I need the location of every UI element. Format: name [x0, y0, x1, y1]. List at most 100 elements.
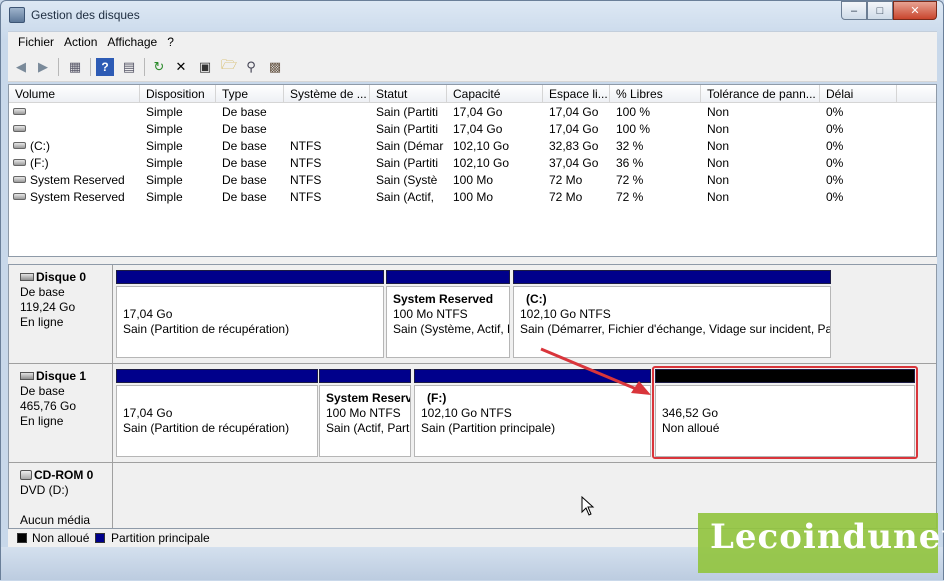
partition[interactable]: (C:) 102,10 Go NTFS Sain (Démarrer, Fich…: [513, 270, 831, 358]
console-tree-icon[interactable]: ▦: [66, 58, 84, 76]
volume-field: 17,04 Go: [549, 122, 599, 136]
volume-field: Non: [707, 190, 730, 204]
volume-field: 102,10 Go: [453, 156, 510, 170]
drive-icon: [13, 176, 26, 183]
col-disposition[interactable]: Disposition: [140, 85, 216, 103]
volume-name: System Reserved: [30, 173, 125, 187]
properties-panel-icon[interactable]: ▤: [120, 58, 138, 76]
partition-bar: [116, 369, 318, 383]
disk-name: Disque 0: [36, 270, 87, 284]
search-icon[interactable]: ⚲: [242, 58, 260, 76]
help-icon[interactable]: ?: [96, 58, 114, 76]
partition-bar: [319, 369, 411, 383]
disk-management-window: Gestion des disques – □ ✕ Fichier Action A…: [0, 0, 944, 580]
disk-row-1: Disque 1 De base 465,76 Go En ligne 17,0…: [9, 364, 936, 463]
menu-action[interactable]: Action: [59, 32, 102, 49]
minimize-button[interactable]: –: [841, 1, 867, 20]
volume-row[interactable]: Simple De base Sain (Partiti 17,04 Go 17,04 …: [9, 121, 936, 138]
volume-cell: (F:): [9, 155, 140, 172]
volume-field: Non: [707, 173, 730, 187]
cdrom-label[interactable]: CD-ROM 0 DVD (D:) Aucun média: [9, 463, 113, 528]
volume-cell: [9, 104, 140, 121]
pane-splitter[interactable]: [8, 257, 937, 264]
volume-row[interactable]: System Reserved Simple De base NTFS Sain (Ac…: [9, 189, 936, 206]
volume-row[interactable]: (C:) Simple De base NTFS Sain (Démar 102,10 G…: [9, 138, 936, 155]
volume-field: Sain (Actif,: [376, 190, 435, 204]
col-percent-free[interactable]: % Libres: [610, 85, 701, 103]
col-filesystem[interactable]: Système de ...: [284, 85, 370, 103]
partition-size: 100 Mo NTFS: [326, 406, 401, 420]
partition-bar: [513, 270, 831, 284]
volume-list: Volume Disposition Type Système de ... S…: [8, 84, 937, 257]
volume-row[interactable]: System Reserved Simple De base NTFS Sain (Sy…: [9, 172, 936, 189]
drive-icon: [13, 142, 26, 149]
refresh-icon[interactable]: ↻: [150, 58, 168, 76]
volume-field: De base: [222, 156, 267, 170]
volume-field: Sain (Partiti: [376, 156, 439, 170]
volume-field: Simple: [146, 105, 183, 119]
disk-type: De base: [20, 285, 65, 299]
menu-affichage[interactable]: Affichage: [102, 32, 162, 49]
col-overhead[interactable]: Délai: [820, 85, 897, 103]
drive-icon: [13, 125, 26, 132]
volume-field: 32,83 Go: [549, 139, 599, 153]
toolbar: ◀ ▶ ▦ ? ▤ ↻ ✕ ▣ 🗁 ⚲ ▩: [8, 53, 937, 82]
partition[interactable]: System Reserved 100 Mo NTFS Sain (Systèm…: [386, 270, 510, 358]
volume-field: De base: [222, 139, 267, 153]
disk-1-label[interactable]: Disque 1 De base 465,76 Go En ligne: [9, 364, 113, 463]
partition-name: (F:): [427, 391, 447, 405]
partition[interactable]: 17,04 Go Sain (Partition de récupération…: [116, 369, 318, 457]
watermark-text: Lecoindunet: [710, 517, 944, 557]
disk-row-0: Disque 0 De base 119,24 Go En ligne 17,0…: [9, 265, 936, 364]
cd-drive-icon: [20, 470, 32, 480]
menu-fichier[interactable]: Fichier: [13, 32, 59, 49]
col-status[interactable]: Statut: [370, 85, 447, 103]
partition-status: Sain (Système, Actif, Partition principa…: [393, 322, 509, 336]
partition-size: 102,10 Go NTFS: [520, 307, 611, 321]
volume-row[interactable]: (F:) Simple De base NTFS Sain (Partiti 102,10…: [9, 155, 936, 172]
volume-field: Simple: [146, 173, 183, 187]
volume-field: Sain (Démar: [376, 139, 444, 153]
volume-field: NTFS: [290, 139, 322, 153]
col-capacity[interactable]: Capacité: [447, 85, 543, 103]
volume-field: 36 %: [616, 156, 644, 170]
partition[interactable]: 17,04 Go Sain (Partition de récupération…: [116, 270, 384, 358]
volume-cell: System Reserved: [9, 189, 140, 206]
disk-type: DVD (D:): [20, 483, 69, 497]
volume-field: 100 %: [616, 122, 651, 136]
partition[interactable]: System Reserved 100 Mo NTFS Sain (Actif,…: [319, 369, 411, 457]
legend-unallocated-label: Non alloué: [32, 531, 90, 545]
back-arrow-icon[interactable]: ◀: [12, 58, 30, 76]
properties-icon[interactable]: ▣: [196, 58, 214, 76]
volume-field: 72 %: [616, 190, 644, 204]
volume-row[interactable]: Simple De base Sain (Partiti 17,04 Go 17,04 …: [9, 104, 936, 121]
volume-field: Sain (Systè: [376, 173, 438, 187]
menu-help[interactable]: ?: [162, 32, 179, 49]
partition-size: 102,10 Go NTFS: [421, 406, 512, 420]
settings-icon[interactable]: ▩: [266, 58, 284, 76]
col-fault-tolerance[interactable]: Tolérance de pann...: [701, 85, 820, 103]
menu-bar: Fichier Action Affichage?: [8, 31, 937, 53]
disk-size: 119,24 Go: [20, 300, 76, 314]
volume-field: 0%: [826, 122, 844, 136]
volume-field: 0%: [826, 173, 844, 187]
forward-arrow-icon[interactable]: ▶: [34, 58, 52, 76]
drive-icon: [13, 108, 26, 115]
col-volume[interactable]: Volume: [9, 85, 140, 103]
volume-field: Simple: [146, 122, 183, 136]
disk-0-label[interactable]: Disque 0 De base 119,24 Go En ligne: [9, 265, 113, 364]
col-free-space[interactable]: Espace li...: [543, 85, 610, 103]
close-button[interactable]: ✕: [893, 1, 937, 20]
maximize-button[interactable]: □: [867, 1, 893, 20]
volume-name: (C:): [30, 139, 50, 153]
disk-1-partitions: 17,04 Go Sain (Partition de récupération…: [113, 364, 936, 463]
delete-icon[interactable]: ✕: [172, 58, 190, 76]
window-title: Gestion des disques: [31, 8, 140, 22]
volume-field: 72 Mo: [549, 173, 583, 187]
disk-0-partitions: 17,04 Go Sain (Partition de récupération…: [113, 265, 936, 364]
volume-field: 0%: [826, 156, 844, 170]
open-folder-icon[interactable]: 🗁: [220, 57, 238, 76]
volume-field: NTFS: [290, 173, 322, 187]
partition[interactable]: (F:) 102,10 Go NTFS Sain (Partition prin…: [414, 369, 651, 457]
col-type[interactable]: Type: [216, 85, 284, 103]
